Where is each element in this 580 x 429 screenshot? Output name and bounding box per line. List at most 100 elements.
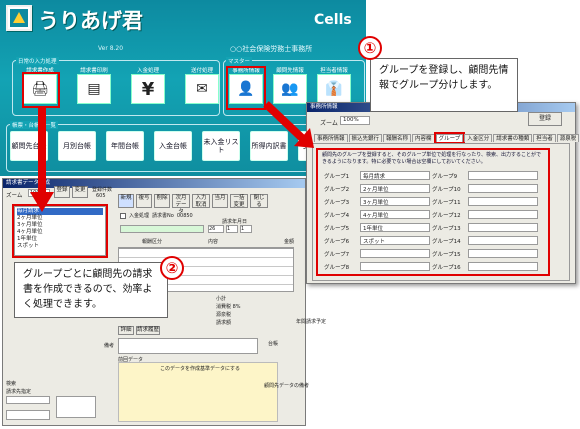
staff-icon: 👔	[317, 74, 351, 104]
table-row[interactable]	[119, 249, 293, 258]
client-search-field[interactable]	[6, 396, 50, 404]
group-field[interactable]	[468, 197, 538, 206]
tab-content[interactable]: 内容欄	[412, 134, 435, 142]
tab-invoice-type[interactable]: 請求書の種類	[493, 134, 533, 142]
totals-block: 小計 消費税 8% 源泉税 請求額	[216, 295, 241, 327]
search-list[interactable]	[56, 396, 96, 418]
group-row: グループ3 3ヶ月単位	[324, 197, 430, 206]
tab-withholding[interactable]: 源泉税	[556, 134, 580, 142]
group-field[interactable]: 毎月請求	[360, 171, 430, 180]
delete-button[interactable]: 削除	[154, 194, 170, 208]
ledger-payment[interactable]: 入金台帳	[154, 131, 192, 161]
change-button[interactable]: 変更	[72, 186, 88, 198]
group-field[interactable]: 3ヶ月単位	[360, 197, 430, 206]
group-row: グループ7	[324, 249, 430, 258]
group-label: グループ14	[432, 238, 461, 245]
group-label: グループ11	[432, 199, 461, 206]
input-cancel-button[interactable]: 入力取消	[192, 194, 210, 208]
group-field[interactable]	[468, 236, 538, 245]
search-result-field[interactable]	[6, 410, 50, 420]
office-zoom-label: ズーム	[320, 120, 338, 127]
group-row: グループ14	[432, 236, 538, 245]
detail-button[interactable]: 詳細	[118, 326, 134, 335]
yen-icon: ¥	[131, 74, 165, 104]
tile-staff-info[interactable]: 担当者情報 👔	[314, 66, 354, 104]
tile-send[interactable]: 送付処理 ✉	[182, 66, 222, 104]
tab-bank[interactable]: 振込先銀行	[348, 134, 383, 142]
count-label: 登録件数	[92, 187, 113, 193]
group-field[interactable]: 4ヶ月単位	[360, 210, 430, 219]
date-day-field[interactable]: 1	[240, 225, 252, 233]
history-button[interactable]: 請求履歴	[136, 326, 160, 335]
group-field[interactable]: 2ヶ月単位	[360, 184, 430, 193]
paid-checkbox[interactable]	[120, 212, 126, 219]
register-button[interactable]: 登録	[54, 186, 70, 198]
tab-office-info[interactable]: 事務所情報	[314, 134, 348, 142]
withholding-label: 源泉税	[216, 312, 232, 318]
total-label: 請求額	[216, 320, 232, 326]
group-row: グループ8	[324, 262, 430, 271]
group-notice: 顧問先のグループを登録すると、そのグループ単位で処理を行なったり、検索、出力する…	[322, 152, 542, 165]
envelope-icon: ✉	[185, 74, 219, 104]
date-month-field[interactable]: 1	[226, 225, 238, 233]
group-row: グループ2 2ヶ月単位	[324, 184, 430, 193]
subtotal-label: 小計	[216, 296, 227, 302]
group-field[interactable]	[360, 249, 430, 258]
col-fee-category: 報酬区分	[142, 239, 163, 245]
group-field[interactable]	[468, 171, 538, 180]
group-field[interactable]	[468, 184, 538, 193]
group-field[interactable]	[360, 262, 430, 271]
client-note-label: 顧問先データの備考	[264, 383, 310, 389]
annual-plan-label: 年間請求予定	[296, 319, 327, 325]
callout-1-text: グループを登録し、顧問先情報でグループ分けします。	[379, 65, 509, 91]
next-month-button[interactable]: 次月データ	[172, 194, 190, 215]
group-field[interactable]	[468, 249, 538, 258]
client-name-field[interactable]	[120, 225, 204, 233]
current-month-button[interactable]: 当月	[212, 194, 228, 208]
ledger-monthly[interactable]: 月別台帳	[58, 131, 96, 161]
callout-1: グループを登録し、顧問先情報でグループ分けします。	[370, 58, 518, 112]
group-label: グループ9	[432, 173, 458, 180]
group-field[interactable]: 1年単位	[360, 223, 430, 232]
ledger-annual[interactable]: 年間台帳	[106, 131, 144, 161]
office-register-button[interactable]: 登録	[528, 112, 562, 126]
bulk-change-button[interactable]: 一括変更	[230, 194, 248, 208]
tab-group[interactable]: グループ	[433, 132, 466, 144]
copy-button[interactable]: 複写	[136, 194, 152, 208]
tile-label: 入金処理	[136, 68, 159, 74]
tile-invoice-print[interactable]: 請求書印刷 ▤	[74, 66, 114, 104]
date-fields: 26 1 1	[208, 225, 252, 233]
invoice-no-value: 00850	[176, 212, 193, 219]
ledger-unpaid[interactable]: 未入金リスト	[202, 131, 240, 161]
group-field[interactable]	[468, 210, 538, 219]
tab-fee-names[interactable]: 報酬名称	[383, 134, 412, 142]
tile-client-info[interactable]: 顧問先情報 👥	[270, 66, 310, 104]
tab-payment-type[interactable]: 入金区分	[464, 134, 493, 142]
tab-staff[interactable]: 担当者	[533, 134, 556, 142]
invoice-action-buttons: 新規 複写 削除 次月データ 入力取消 当月 一括変更 閉じる	[118, 194, 268, 215]
app-version: Ver 8.20	[98, 45, 124, 52]
remarks-label: 備考	[104, 343, 115, 349]
invoice-meta-row: 入金処理 請求書No 00850	[120, 212, 193, 219]
group-label: グループ6	[324, 238, 350, 245]
group-row: グループ9	[432, 171, 538, 180]
group-row: グループ16	[432, 262, 538, 271]
remarks-field[interactable]	[118, 338, 258, 354]
date-year-field[interactable]: 26	[208, 225, 224, 233]
invoice-zoom-label: ズーム	[6, 193, 23, 199]
group-field[interactable]	[468, 223, 538, 232]
new-button[interactable]: 新規	[118, 194, 134, 208]
group-label: グループ2	[324, 186, 350, 193]
close-button[interactable]: 閉じる	[250, 194, 268, 208]
invoice-no-label: 請求書No	[152, 213, 174, 219]
office-zoom-select[interactable]: 100%	[340, 116, 370, 125]
app-logo-text: うりあげ君	[38, 9, 143, 33]
group-row: グループ11	[432, 197, 538, 206]
group-label: グループ8	[324, 264, 350, 271]
col-content: 内容	[208, 239, 219, 245]
group-label: グループ13	[432, 225, 461, 232]
tile-payment[interactable]: 入金処理 ¥	[128, 66, 168, 104]
group-field[interactable]	[468, 262, 538, 271]
group-field[interactable]: スポット	[360, 236, 430, 245]
group-label: グループ3	[324, 199, 350, 206]
